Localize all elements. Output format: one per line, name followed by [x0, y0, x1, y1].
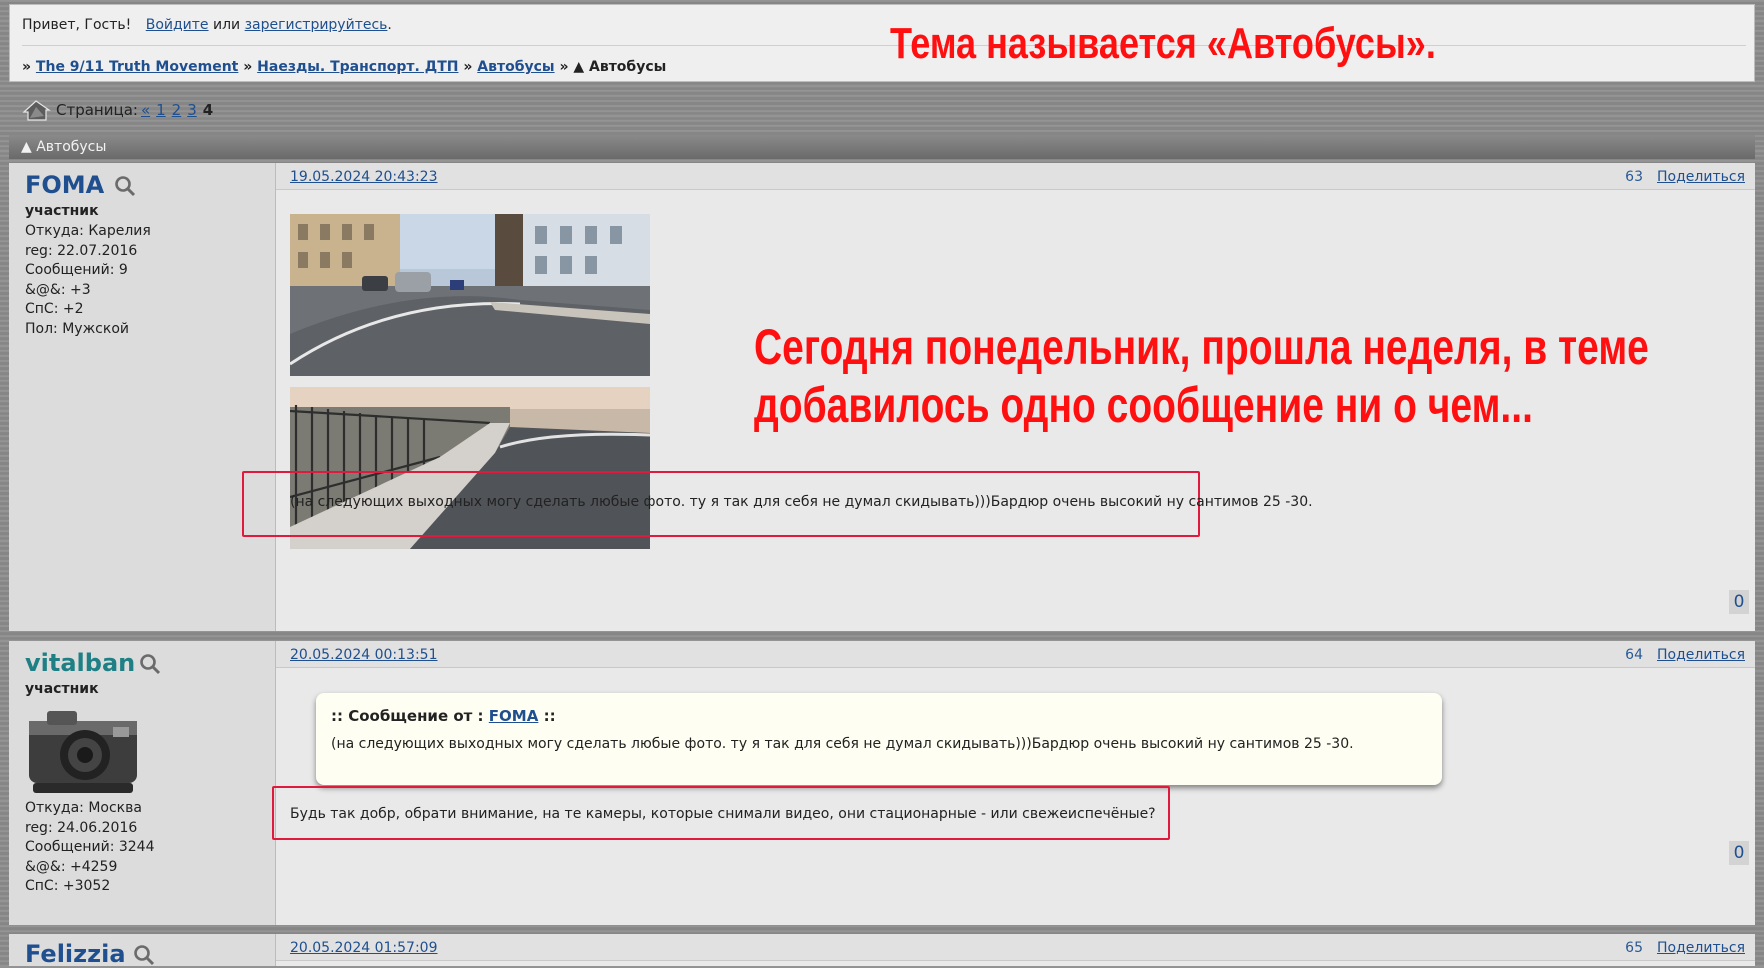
post-number: 64	[1625, 647, 1643, 663]
breadcrumb-separator: »	[559, 59, 569, 75]
pager-current-page: 4	[202, 101, 214, 119]
share-link[interactable]: Поделиться	[1657, 169, 1745, 185]
login-link[interactable]: Войдите	[146, 17, 209, 33]
breadcrumb-separator: »	[243, 59, 253, 75]
post-header: 20.05.2024 00:13:51 64 Поделиться	[276, 641, 1755, 668]
author-message-count: Сообщений: 9	[25, 262, 128, 278]
author-info: Откуда: Москва reg: 24.06.2016 Сообщений…	[25, 799, 155, 897]
register-tail: .	[387, 17, 392, 33]
author-message-count: Сообщений: 3244	[25, 839, 155, 855]
annotation-line-1: Сегодня понедельник, прошла неделя, в те…	[754, 319, 1649, 375]
breadcrumb-forum[interactable]: Автобусы	[477, 59, 554, 75]
pager-prev[interactable]: «	[141, 101, 150, 119]
quote-suffix: ::	[543, 707, 556, 725]
post-number: 63	[1625, 169, 1643, 185]
post-64: vitalban участник Откуда: Москва reg: 24…	[9, 641, 1755, 925]
post-date-link[interactable]: 20.05.2024 01:57:09	[290, 940, 438, 956]
pager-page-1[interactable]: 1	[156, 101, 166, 119]
author-location: Откуда: Карелия	[25, 223, 151, 239]
search-icon[interactable]	[139, 653, 161, 675]
post-author-panel: vitalban участник Откуда: Москва reg: 24…	[9, 641, 276, 925]
post-content: 20.05.2024 00:13:51 64 Поделиться :: Соо…	[272, 641, 1755, 925]
author-name[interactable]: FOMA	[25, 171, 104, 199]
quote-prefix: :: Сообщение от :	[331, 707, 484, 725]
breadcrumb-root[interactable]: The 9/11 Truth Movement	[36, 59, 238, 75]
breadcrumb-current: ▲ Автобусы	[573, 59, 667, 75]
author-reg-date: reg: 22.07.2016	[25, 242, 138, 259]
post-number: 65	[1625, 940, 1643, 956]
like-counter[interactable]: 0	[1729, 590, 1749, 614]
like-counter[interactable]: 0	[1729, 841, 1749, 865]
author-thanks: СпС: +2	[25, 301, 84, 317]
pager-label: Страница:	[56, 101, 138, 119]
greeting-line: Привет, Гость! Войдите или зарегистрируй…	[22, 17, 392, 33]
annotation-topic-name: Тема называется «Автобусы».	[890, 19, 1436, 68]
quote-block: :: Сообщение от : FOMA :: (на следующих …	[316, 693, 1442, 785]
author-info: Откуда: Карелия reg: 22.07.2016 Сообщени…	[25, 222, 151, 339]
quote-author-link[interactable]: FOMA	[489, 707, 539, 725]
search-icon[interactable]	[133, 944, 155, 966]
quote-header: :: Сообщение от : FOMA ::	[331, 707, 556, 725]
annotation-line-2: добавилось одно сообщение ни о чем...	[754, 377, 1533, 433]
header-bar: Привет, Гость! Войдите или зарегистрируй…	[9, 4, 1755, 82]
share-link[interactable]: Поделиться	[1657, 940, 1745, 956]
author-rank: участник	[25, 203, 99, 219]
greeting-text: Привет, Гость!	[22, 17, 132, 33]
author-name[interactable]: Felizzia	[25, 940, 126, 968]
author-thanks: СпС: +3052	[25, 878, 111, 894]
pager-page-3[interactable]: 3	[187, 101, 197, 119]
author-rank: участник	[25, 681, 99, 697]
breadcrumb-separator: »	[22, 59, 32, 75]
post-author-panel: Felizzia	[9, 934, 276, 968]
author-gender: Пол: Мужской	[25, 320, 130, 337]
post-header: 19.05.2024 20:43:23 63 Поделиться	[276, 163, 1755, 190]
search-icon[interactable]	[114, 175, 136, 197]
author-reputation: &@&: +4259	[25, 858, 118, 875]
post-author-panel: FOMA участник Откуда: Карелия reg: 22.07…	[9, 163, 276, 631]
post-date-link[interactable]: 19.05.2024 20:43:23	[290, 169, 438, 185]
author-reputation: &@&: +3	[25, 281, 91, 298]
header-divider	[22, 45, 1746, 46]
breadcrumb-category[interactable]: Наезды. Транспорт. ДТП	[257, 59, 458, 75]
breadcrumb: » The 9/11 Truth Movement » Наезды. Тран…	[22, 59, 666, 75]
share-link[interactable]: Поделиться	[1657, 647, 1745, 663]
author-location: Откуда: Москва	[25, 800, 142, 816]
quote-text: (на следующих выходных могу сделать любы…	[331, 736, 1354, 752]
post-65: Felizzia 20.05.2024 01:57:09 65 Поделить…	[9, 934, 1755, 968]
post-content: 20.05.2024 01:57:09 65 Поделиться	[276, 934, 1755, 966]
post-photo-street[interactable]	[290, 214, 650, 376]
pagination: Страница: « 1 2 3 4	[22, 98, 213, 122]
post-text: (на следующих выходных могу сделать любы…	[290, 494, 1313, 510]
author-name[interactable]: vitalban	[25, 649, 135, 677]
topic-title-bar: ▲ Автобусы	[9, 135, 1755, 159]
forum-home-icon[interactable]	[22, 98, 52, 122]
post-header: 20.05.2024 01:57:09 65 Поделиться	[276, 934, 1755, 961]
register-link[interactable]: зарегистрируйтесь	[245, 17, 388, 33]
annotation-week-comment: Сегодня понедельник, прошла неделя, в те…	[754, 318, 1649, 434]
breadcrumb-separator: »	[463, 59, 473, 75]
pager-page-2[interactable]: 2	[172, 101, 182, 119]
post-date-link[interactable]: 20.05.2024 00:13:51	[290, 647, 438, 663]
or-text: или	[213, 17, 241, 33]
post-text: Будь так добр, обрати внимание, на те ка…	[290, 806, 1156, 822]
camera-avatar-icon	[29, 711, 137, 793]
author-reg-date: reg: 24.06.2016	[25, 819, 138, 836]
